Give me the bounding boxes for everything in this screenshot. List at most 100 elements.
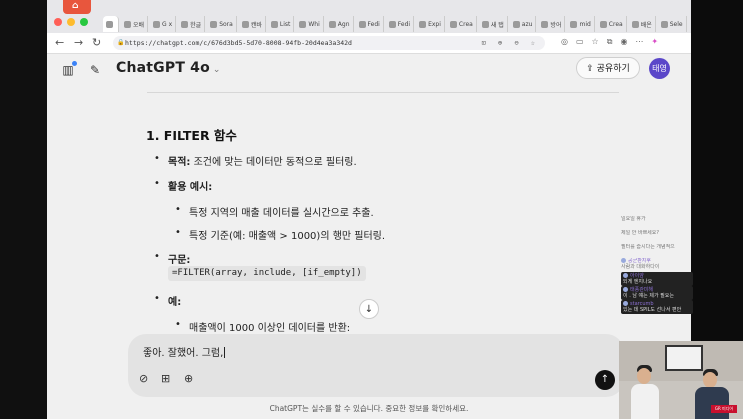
chat-message-text: 이 . 남 얘는 제가 필요는: [623, 293, 674, 299]
browser-tab[interactable]: Fedi: [356, 16, 384, 32]
syntax-code: =FILTER(array, include, [if_empty]): [168, 266, 366, 281]
chat-message: 일요일 휴가: [621, 216, 689, 222]
maximize-window-button[interactable]: [80, 18, 88, 26]
tab-label: azu: [521, 20, 533, 28]
browser-tab[interactable]: azu: [510, 16, 537, 32]
browser-tab[interactable]: 한글: [178, 16, 206, 32]
close-window-button[interactable]: [54, 18, 62, 26]
browser-tab[interactable]: 새 탭: [479, 16, 508, 32]
list-item: • 예:: [154, 293, 182, 308]
window-controls: [54, 18, 88, 26]
tab-label: Fedi: [367, 20, 380, 28]
tab-label: Whi: [308, 20, 320, 28]
tab-favicon-icon: [419, 20, 427, 28]
url-field[interactable]: 🔒 https://chatgpt.com/c/676d3bd5-5d70-80…: [113, 36, 545, 50]
example-text: 매출액이 1000 이상인 데이터를 반환:: [189, 323, 351, 334]
browser-tab[interactable]: Whi: [296, 16, 324, 32]
list-item: • 특정 지역의 매출 데이터를 실시간으로 추출.: [175, 204, 374, 219]
favorites-icon[interactable]: ☆: [592, 37, 599, 47]
url-action-icons[interactable]: ⊡ ⊕ ⊖ ☆: [481, 36, 539, 50]
person-body: [695, 387, 729, 419]
text-caret: [224, 347, 226, 358]
chat-message-text: 있는 데 SPIL도 선나서 편안: [623, 307, 682, 313]
copilot-icon[interactable]: ✦: [651, 37, 658, 47]
lock-icon: 🔒: [117, 39, 125, 46]
browser-tab[interactable]: mid: [567, 16, 595, 32]
browser-tab[interactable]: 캔바: [239, 16, 266, 32]
browser-tab[interactable]: G x: [150, 16, 177, 32]
chatgpt-app: ▥ ✎ ChatGPT 4o ⌄ ⇪ 공유하기 태영 1. FILTER 함수 •…: [47, 54, 691, 419]
tab-favicon-icon: [660, 20, 668, 28]
tab-favicon-icon: [388, 20, 396, 28]
browser-tab[interactable]: 오배: [121, 16, 149, 32]
browser-tab[interactable]: Fedi: [386, 16, 415, 32]
usage-label: 활용 예시:: [168, 182, 213, 193]
globe-icon[interactable]: ⊕: [184, 372, 193, 386]
chat-message: 공군판지후 사람과 대화하다이: [621, 258, 689, 270]
browser-tab[interactable]: Crea: [447, 16, 477, 32]
tab-favicon-icon: [631, 20, 639, 28]
send-button[interactable]: ↑: [595, 370, 615, 390]
composer-input[interactable]: 좋아. 잘했어. 그럼,: [143, 344, 226, 359]
chat-user-avatar-icon: [621, 258, 626, 263]
attach-icon[interactable]: ⊘: [139, 372, 148, 386]
browser-tab[interactable]: Crea: [597, 16, 627, 32]
person-body: [631, 384, 659, 419]
purpose-label: 목적:: [168, 157, 191, 168]
tab-label: 오배: [133, 21, 145, 29]
chat-message: 태풍관미해 이 . 남 얘는 제가 필요는: [621, 286, 693, 300]
tab-favicon-icon: [570, 20, 578, 28]
tab-label: 새 탭: [490, 21, 504, 29]
list-item: • 특정 기준(예: 매출액 > 1000)의 행만 필터링.: [175, 227, 386, 242]
browser-tab[interactable]: [103, 16, 119, 32]
tab-favicon-icon: [210, 20, 218, 28]
webcam-monitor: [665, 345, 703, 371]
tab-favicon-icon: [124, 20, 131, 28]
chat-message: 아이얌 되게 엔지나요: [621, 272, 693, 286]
browser-tab[interactable]: List: [268, 16, 295, 32]
tab-favicon-icon: [449, 20, 457, 28]
forward-arrow-icon[interactable]: →: [74, 36, 83, 50]
split-view-icon[interactable]: ▭: [576, 37, 584, 47]
browser-tab[interactable]: Sora: [207, 16, 237, 32]
browser-tab[interactable]: Agn: [326, 16, 354, 32]
example-label: 예:: [168, 297, 182, 308]
tab-favicon-icon: [106, 20, 113, 28]
webcam-person: [631, 365, 659, 419]
conversation: 1. FILTER 함수 • 목적: 조건에 맞는 데이터만 동적으로 필터링. …: [47, 54, 691, 419]
extension-toolbar: ◎ ▭ ☆ ⧉ ◉ ⋯ ✦: [561, 37, 658, 47]
browser-window: ⌂ 오배 G x 한글 Sora 캔바 List Whi Agn Fedi Fedi Expi Cre…: [47, 0, 691, 419]
browser-tab[interactable]: 방어: [538, 16, 566, 32]
tab-strip: ⌂ 오배 G x 한글 Sora 캔바 List Whi Agn Fedi Fedi Expi Cre…: [47, 0, 691, 33]
person-head: [703, 372, 717, 388]
browser-tab[interactable]: Sele: [658, 16, 687, 32]
scroll-to-bottom-button[interactable]: ↓: [359, 299, 379, 319]
extension-icon[interactable]: ◎: [561, 37, 568, 47]
arrow-up-icon: ↑: [600, 374, 610, 385]
chat-message-text: 제일 안 바쁘세요?: [621, 230, 660, 236]
minimize-window-button[interactable]: [67, 18, 75, 26]
message-composer[interactable]: 좋아. 잘했어. 그럼, ⊘ ⊞ ⊕ ↑: [128, 334, 624, 397]
tab-label: Agn: [337, 20, 350, 28]
url-text: https://chatgpt.com/c/676d3bd5-5d70-8008…: [125, 39, 352, 47]
disclaimer: ChatGPT는 실수를 할 수 있습니다. 중요한 정보를 확인하세요.: [269, 404, 469, 413]
tab-label: List: [279, 20, 291, 28]
chat-message-text: 사람과 대화하다이: [621, 264, 660, 270]
list-item: • 구문:: [154, 251, 191, 266]
browser-tab[interactable]: Expi: [416, 16, 445, 32]
back-arrow-icon[interactable]: ←: [55, 36, 64, 50]
profile-icon[interactable]: ◉: [620, 37, 627, 47]
chat-message: 필터를 줍시다는 개념적으: [621, 244, 689, 250]
tab-label: Crea: [458, 20, 473, 28]
usage-example-1: 특정 지역의 매출 데이터를 실시간으로 추출.: [189, 208, 374, 219]
tools-icon[interactable]: ⊞: [161, 372, 170, 386]
reload-icon[interactable]: ↻: [92, 36, 101, 50]
usage-example-2: 특정 기준(예: 매출액 > 1000)의 행만 필터링.: [189, 231, 386, 242]
tab-favicon-icon: [153, 20, 161, 28]
collections-icon[interactable]: ⧉: [607, 37, 613, 47]
tab-label: 방어: [550, 21, 562, 29]
more-icon[interactable]: ⋯: [635, 37, 643, 47]
browser-tab[interactable]: 배온: [629, 16, 656, 32]
app-logo: ⌂: [63, 0, 91, 14]
tab-label: 한글: [190, 21, 202, 29]
